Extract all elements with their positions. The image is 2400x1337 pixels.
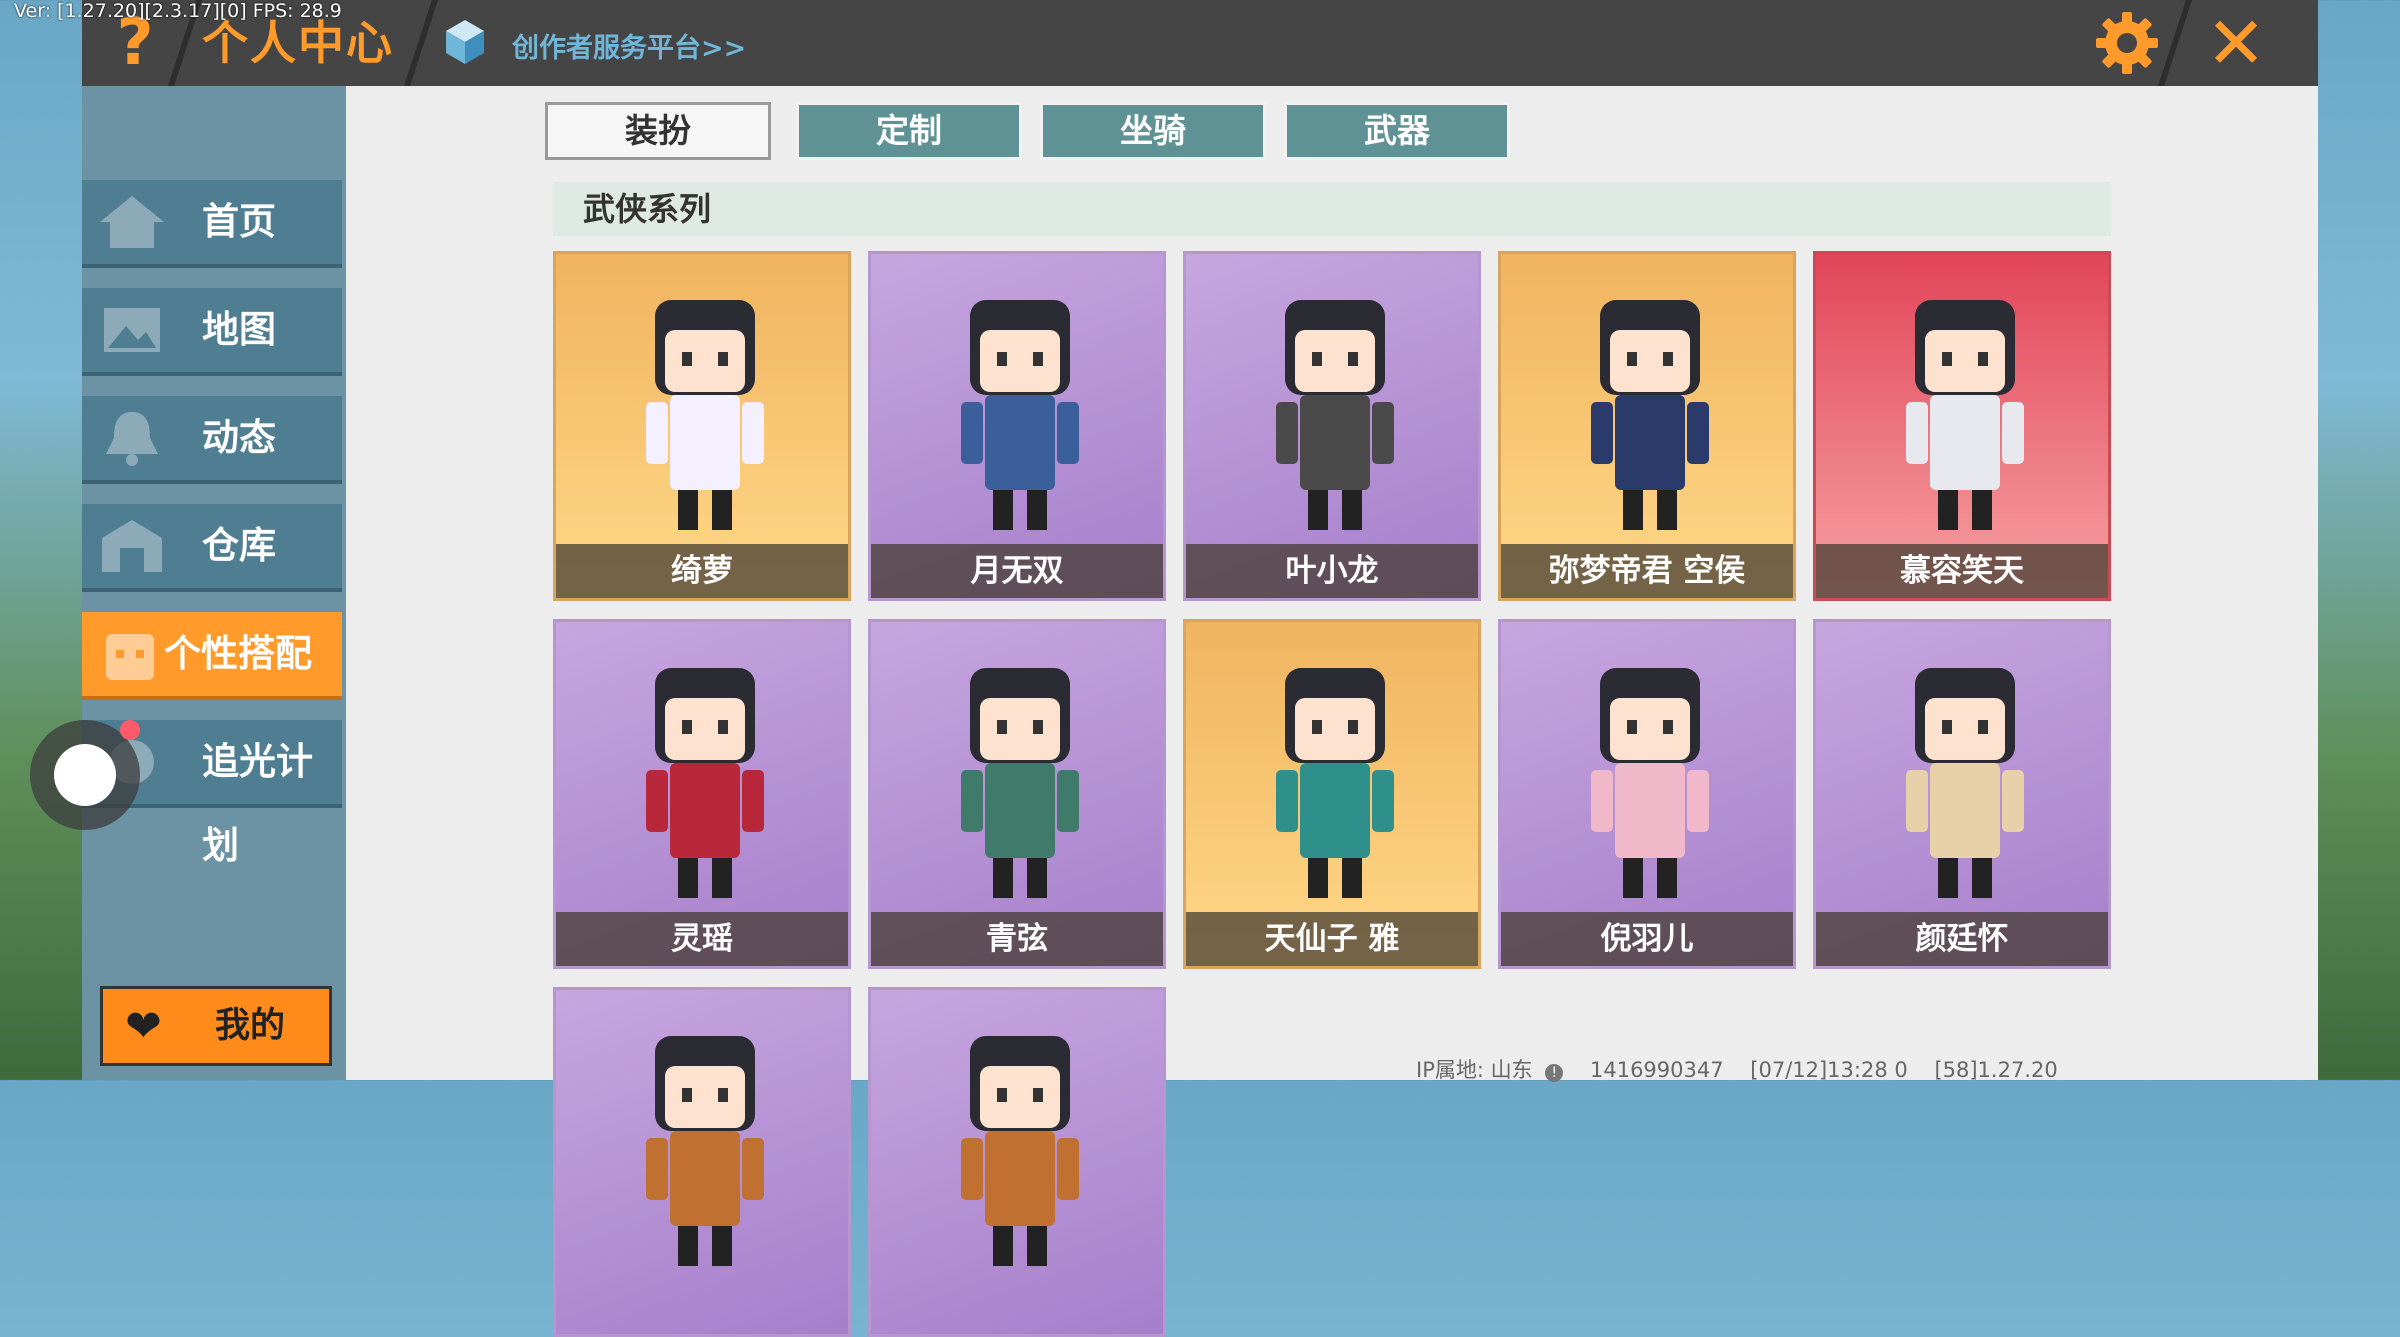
tab-outfit[interactable]: 装扮 — [545, 102, 771, 160]
sidebar-item-map[interactable]: 地图 — [82, 288, 342, 376]
outfit-name: 弥梦帝君 空侯 — [1501, 544, 1793, 598]
floating-assistant-button[interactable] — [30, 720, 140, 830]
mine-button[interactable]: ❤ 我的 — [100, 986, 332, 1066]
sidebar: 首页 地图 动态 仓库 个性搭配 追光计划 — [82, 86, 346, 1080]
character-figure — [1591, 668, 1709, 898]
series-header: 武侠系列 — [553, 182, 2111, 236]
outfit-name: 颜廷怀 — [1816, 912, 2108, 966]
outfit-name: 月无双 — [871, 544, 1163, 598]
outfit-card[interactable] — [868, 987, 1166, 1337]
series-title: 武侠系列 — [583, 190, 712, 228]
character-figure — [961, 300, 1079, 530]
outfit-card[interactable]: 叶小龙 — [1183, 251, 1481, 601]
outfit-card[interactable]: 灵瑶 — [553, 619, 851, 969]
tab-mount[interactable]: 坐骑 — [1040, 102, 1266, 160]
divider — [404, 0, 438, 86]
sidebar-item-label: 首页 — [202, 200, 276, 243]
character-figure — [1906, 668, 2024, 898]
outfit-name: 倪羽儿 — [1501, 912, 1793, 966]
sidebar-item-label: 追光计划 — [202, 740, 313, 867]
character-figure — [1276, 300, 1394, 530]
character-figure — [1276, 668, 1394, 898]
bell-icon — [106, 412, 158, 466]
heart-icon: ❤ — [125, 1001, 162, 1052]
top-bar: ? 个人中心 创作者服务平台>> ✕ — [82, 0, 2318, 86]
floating-button-core — [54, 744, 116, 806]
outfit-card[interactable]: 倪羽儿 — [1498, 619, 1796, 969]
outfit-card[interactable] — [553, 987, 851, 1337]
warehouse-icon — [102, 520, 162, 572]
outfit-name: 灵瑶 — [556, 912, 848, 966]
outfit-name: 叶小龙 — [1186, 544, 1478, 598]
sidebar-item-outfit[interactable]: 个性搭配 — [82, 612, 342, 700]
character-figure — [646, 668, 764, 898]
timestamp: [07/12]13:28 0 — [1750, 1058, 1908, 1082]
outfit-icon — [106, 634, 154, 680]
version: [58]1.27.20 — [1934, 1058, 2058, 1082]
outfit-name: 天仙子 雅 — [1186, 912, 1478, 966]
outfit-name: 慕容笑天 — [1816, 544, 2108, 598]
sidebar-item-home[interactable]: 首页 — [82, 180, 342, 268]
outfit-card[interactable]: 弥梦帝君 空侯 — [1498, 251, 1796, 601]
mine-label: 我的 — [215, 1006, 286, 1046]
sidebar-item-warehouse[interactable]: 仓库 — [82, 504, 342, 592]
sidebar-item-moments[interactable]: 动态 — [82, 396, 342, 484]
outfit-card[interactable]: 颜廷怀 — [1813, 619, 2111, 969]
map-icon — [104, 308, 160, 352]
sidebar-item-label: 个性搭配 — [164, 632, 312, 675]
outfit-card[interactable]: 天仙子 雅 — [1183, 619, 1481, 969]
character-figure — [1591, 300, 1709, 530]
close-button[interactable]: ✕ — [2196, 6, 2276, 80]
tab-custom[interactable]: 定制 — [796, 102, 1022, 160]
outfit-name: 绮萝 — [556, 544, 848, 598]
gear-icon[interactable] — [2094, 10, 2160, 76]
sidebar-item-label: 地图 — [202, 308, 276, 351]
character-figure — [1906, 300, 2024, 530]
outfit-card[interactable]: 绮萝 — [553, 251, 851, 601]
character-figure — [646, 300, 764, 530]
outfit-card[interactable]: 月无双 — [868, 251, 1166, 601]
creator-platform-link[interactable]: 创作者服务平台>> — [512, 26, 746, 65]
info-icon[interactable]: ! — [1545, 1064, 1564, 1082]
character-figure — [961, 1036, 1079, 1266]
home-icon — [100, 196, 164, 248]
outfit-card[interactable]: 青弦 — [868, 619, 1166, 969]
user-id: 1416990347 — [1589, 1058, 1724, 1082]
divider — [2158, 0, 2192, 86]
notification-dot — [120, 720, 140, 740]
outfit-card[interactable]: 慕容笑天 — [1813, 251, 2111, 601]
sidebar-item-label: 动态 — [202, 416, 276, 459]
character-figure — [646, 1036, 764, 1266]
tab-weapon[interactable]: 武器 — [1284, 102, 1510, 160]
outfit-name: 青弦 — [871, 912, 1163, 966]
ip-location: IP属地: 山东 — [1416, 1058, 1533, 1082]
sidebar-item-label: 仓库 — [202, 524, 276, 567]
creator-cube-icon — [446, 20, 484, 64]
debug-overlay: Ver: [1.27.20][2.3.17][0] FPS: 28.9 — [14, 0, 342, 22]
character-figure — [961, 668, 1079, 898]
